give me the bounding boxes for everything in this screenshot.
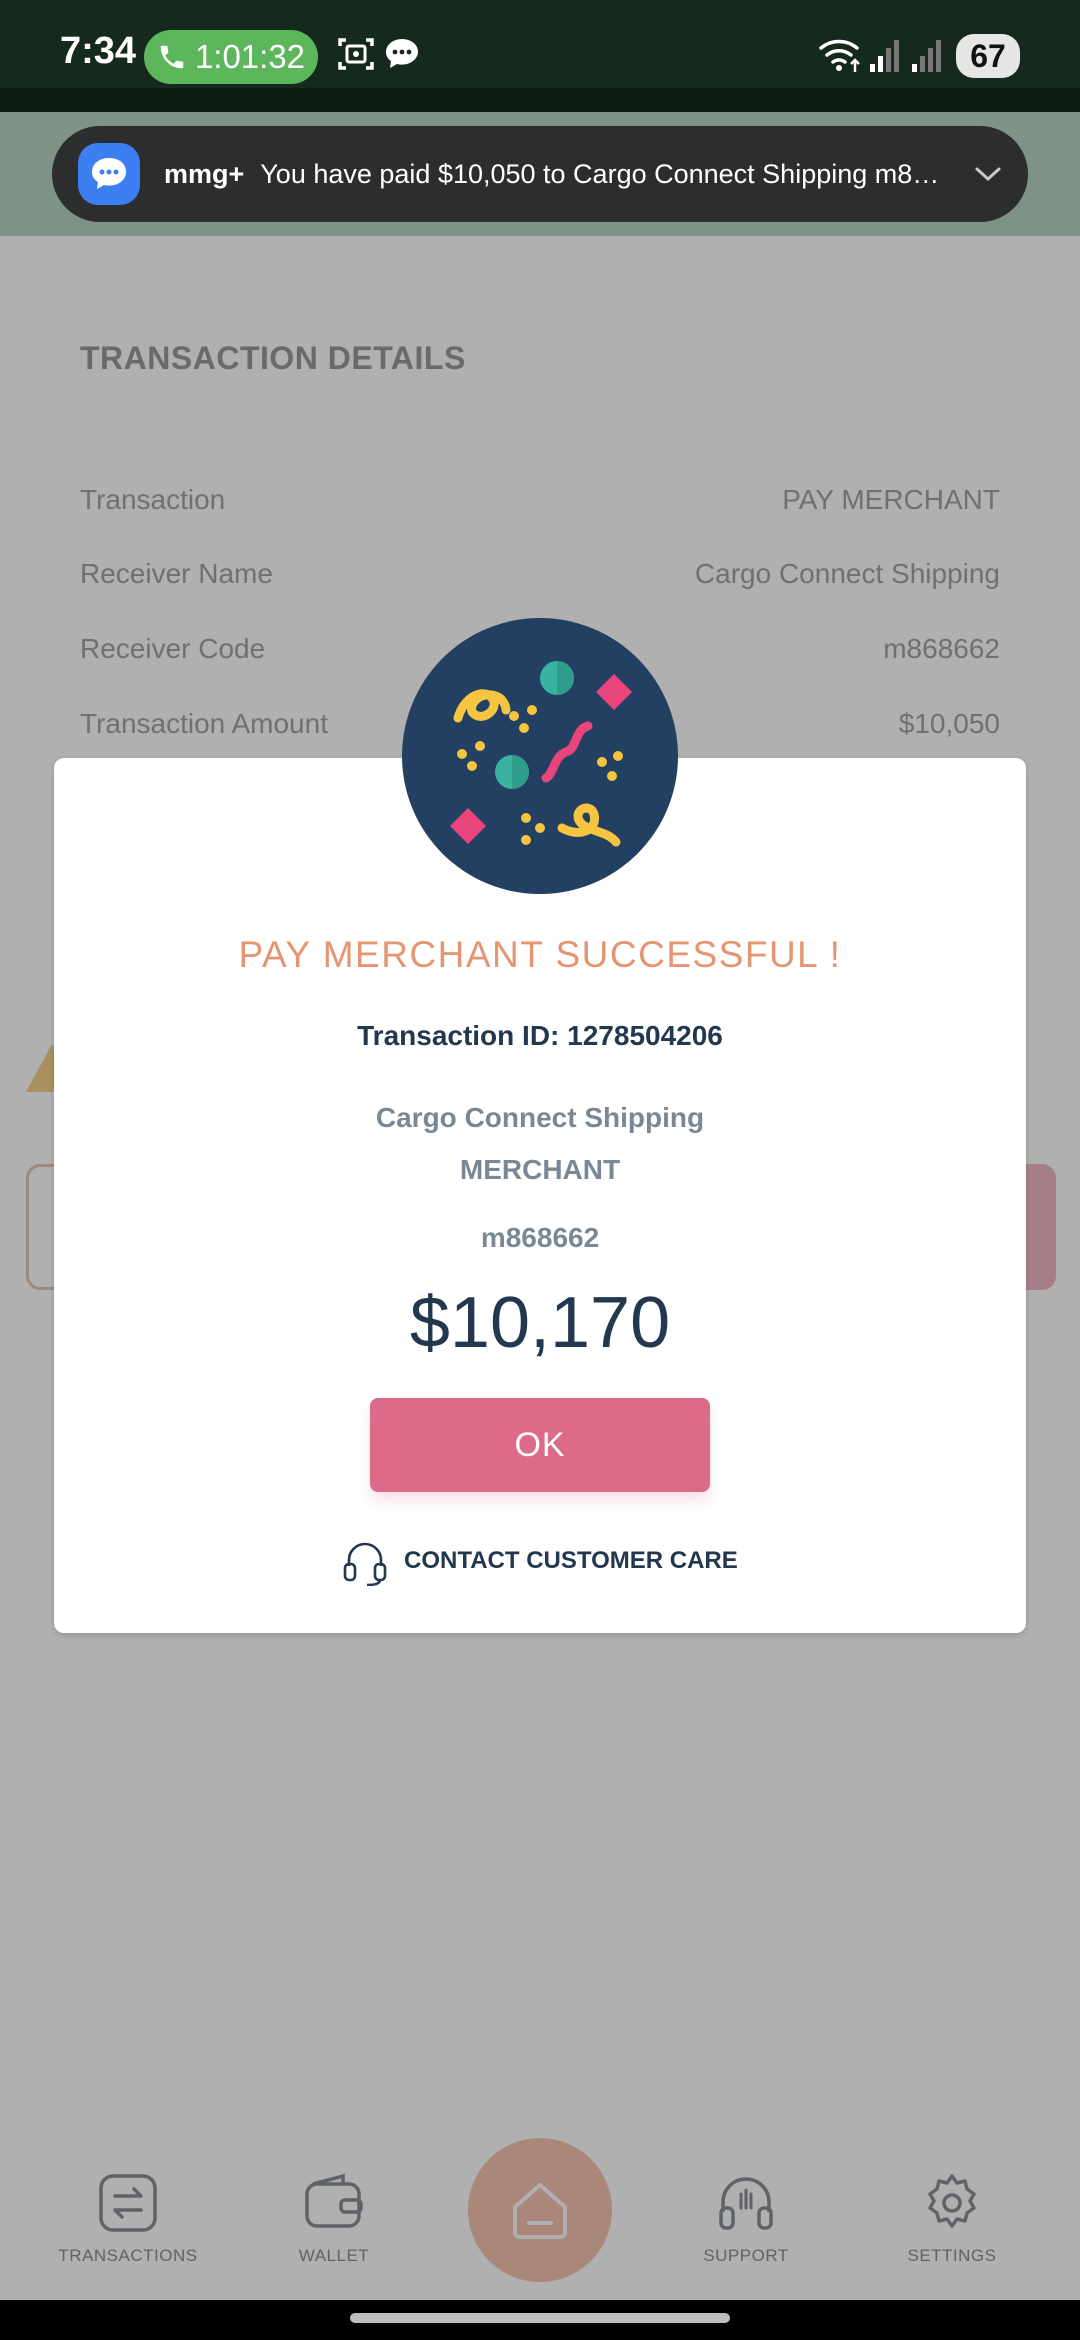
screenshot-icon <box>338 38 374 70</box>
status-time: 7:34 <box>60 30 137 72</box>
notification-text: You have paid $10,050 to Cargo Connect S… <box>260 158 952 189</box>
contact-customer-care-link[interactable]: CONTACT CUSTOMER CARE <box>340 1534 738 1588</box>
ongoing-call-pill[interactable]: 1:01:32 <box>144 30 318 84</box>
confetti-icon <box>402 618 678 894</box>
notification-app-name: mmg+ <box>164 158 245 189</box>
chat-app-icon <box>78 143 140 205</box>
signal-icon-2 <box>912 40 941 72</box>
care-label: CONTACT CUSTOMER CARE <box>404 1547 738 1574</box>
transaction-amount: $10,170 <box>409 1283 671 1363</box>
dialog-title: PAY MERCHANT SUCCESSFUL ! <box>238 934 842 975</box>
wifi-icon <box>819 39 860 72</box>
chevron-down-icon[interactable] <box>968 165 1008 183</box>
transaction-id: Transaction ID: 1278504206 <box>357 1020 723 1051</box>
receiver-name: Cargo Connect Shipping <box>375 1102 705 1133</box>
phone-icon <box>160 45 184 69</box>
ok-button[interactable]: OK <box>370 1398 710 1492</box>
home-gesture-bar[interactable] <box>350 2313 730 2323</box>
receiver-type: MERCHANT <box>459 1154 621 1185</box>
signal-icon-1 <box>870 40 899 72</box>
message-icon <box>386 39 418 68</box>
headset-icon <box>343 1542 387 1586</box>
receiver-code: m868662 <box>480 1222 600 1253</box>
battery-indicator: 67 <box>956 34 1020 78</box>
call-timer: 1:01:32 <box>194 38 306 75</box>
heads-up-notification[interactable]: mmg+ You have paid $10,050 to Cargo Conn… <box>52 126 1028 222</box>
